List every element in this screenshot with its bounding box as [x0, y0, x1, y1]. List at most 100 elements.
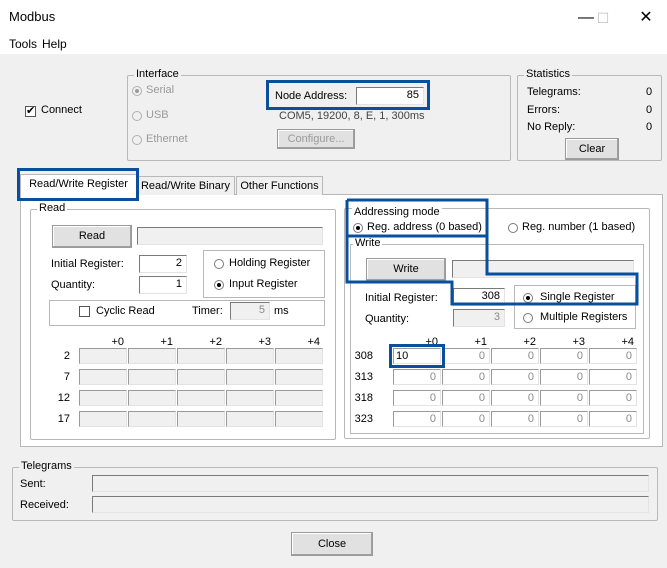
input-register-radio[interactable] [214, 280, 224, 290]
received-label: Received: [20, 499, 69, 511]
read-button[interactable]: Read [52, 225, 132, 248]
multiple-registers-label: Multiple Registers [540, 311, 628, 323]
cyclic-read-checkbox[interactable] [79, 306, 90, 317]
read-row-label: 7 [63, 371, 70, 383]
close-icon[interactable]: ✕ [626, 6, 666, 30]
holding-register-radio[interactable] [214, 259, 224, 269]
tab-other-functions[interactable]: Other Functions [236, 176, 323, 195]
read-cell [128, 411, 176, 427]
close-button[interactable]: Close [291, 532, 373, 556]
node-address-highlight [266, 80, 430, 110]
serial-radio[interactable] [132, 86, 142, 96]
write-cell[interactable]: 0 [393, 411, 441, 427]
multiple-registers-radio[interactable] [523, 313, 533, 323]
title-bar: Modbus — ☐ ✕ [0, 0, 667, 34]
serial-label: Serial [146, 84, 175, 96]
usb-label: USB [146, 109, 169, 121]
write-col-header: +2 [523, 336, 536, 348]
write-cell[interactable]: 0 [491, 390, 539, 406]
read-cell [177, 390, 225, 406]
write-quantity-input[interactable]: 3 [453, 309, 505, 327]
timer-label: Timer: [192, 305, 223, 317]
read-status-field [137, 227, 323, 245]
write-initial-register-label: Initial Register: [365, 292, 438, 304]
telegrams-count-label: Telegrams: [527, 86, 581, 98]
read-col-header: +1 [160, 336, 173, 348]
read-quantity-input[interactable]: 1 [139, 276, 187, 294]
usb-radio[interactable] [132, 111, 142, 121]
write-cell[interactable]: 0 [540, 411, 588, 427]
write-cell[interactable]: 0 [491, 411, 539, 427]
read-row-label: 17 [57, 413, 70, 425]
addressing-mode-label: Addressing mode [352, 206, 442, 218]
read-cell [177, 411, 225, 427]
read-cell [79, 390, 127, 406]
write-cell[interactable]: 0 [393, 390, 441, 406]
write-row-label: 318 [354, 392, 373, 404]
ethernet-label: Ethernet [146, 133, 188, 145]
write-row-label: 323 [354, 413, 373, 425]
read-cell [177, 348, 225, 364]
read-cell [128, 390, 176, 406]
statistics-group-label: Statistics [524, 68, 573, 80]
write-initial-register-input[interactable]: 308 [453, 288, 505, 306]
read-cell [79, 348, 127, 364]
read-cell [275, 390, 323, 406]
write-cell[interactable]: 0 [442, 411, 490, 427]
write-cell[interactable]: 0 [442, 390, 490, 406]
reg-address-radio[interactable] [353, 223, 363, 233]
timer-input[interactable]: 5 [230, 302, 270, 320]
write-cell[interactable]: 0 [589, 390, 637, 406]
write-row-label: 308 [354, 350, 373, 362]
read-col-header: +0 [111, 336, 124, 348]
menu-bar: Tools Help [0, 34, 667, 54]
read-cell [177, 369, 225, 385]
single-register-label: Single Register [540, 291, 615, 303]
write-cell[interactable]: 0 [540, 390, 588, 406]
read-row-label: 2 [63, 350, 70, 362]
read-cell [128, 369, 176, 385]
read-cell [128, 348, 176, 364]
write-cell[interactable]: 0 [589, 369, 637, 385]
configure-button[interactable]: Configure... [277, 129, 355, 149]
clear-button[interactable]: Clear [565, 138, 619, 160]
connect-checkbox[interactable]: ✔ [25, 105, 36, 117]
interface-group-label: Interface [134, 68, 181, 80]
write-cell[interactable]: 0 [589, 348, 637, 364]
write-cell[interactable]: 0 [491, 348, 539, 364]
read-cell [79, 411, 127, 427]
write-cell[interactable]: 0 [540, 348, 588, 364]
received-field [92, 496, 649, 513]
read-cell [226, 411, 274, 427]
read-group-label: Read [37, 202, 68, 214]
noreply-count-value: 0 [646, 121, 653, 133]
telegrams-count-value: 0 [646, 86, 653, 98]
write-cell[interactable]: 0 [442, 348, 490, 364]
read-col-header: +2 [209, 336, 222, 348]
reg-number-radio[interactable] [508, 223, 518, 233]
menu-tools[interactable]: Tools [9, 37, 37, 51]
read-cell [226, 348, 274, 364]
write-col-header: +3 [572, 336, 585, 348]
write-cell[interactable]: 0 [589, 411, 637, 427]
write-cell[interactable]: 0 [393, 369, 441, 385]
single-register-radio[interactable] [523, 293, 533, 303]
errors-count-value: 0 [646, 104, 653, 116]
write-button[interactable]: Write [366, 258, 446, 281]
timer-unit: ms [274, 305, 289, 317]
read-initial-register-input[interactable]: 2 [139, 255, 187, 273]
noreply-count-label: No Reply: [527, 121, 576, 133]
write-col-header: +1 [474, 336, 487, 348]
sent-field [92, 475, 649, 492]
write-cell[interactable]: 0 [442, 369, 490, 385]
read-initial-register-label: Initial Register: [51, 258, 124, 270]
ethernet-radio[interactable] [132, 135, 142, 145]
tab-read-write-binary[interactable]: Read/Write Binary [136, 176, 235, 195]
write-group-label: Write [353, 237, 383, 249]
write-cell[interactable]: 0 [491, 369, 539, 385]
sent-label: Sent: [20, 478, 46, 490]
write-quantity-label: Quantity: [365, 313, 410, 325]
write-cell[interactable]: 0 [540, 369, 588, 385]
menu-help[interactable]: Help [42, 37, 67, 51]
input-register-label: Input Register [229, 278, 298, 290]
